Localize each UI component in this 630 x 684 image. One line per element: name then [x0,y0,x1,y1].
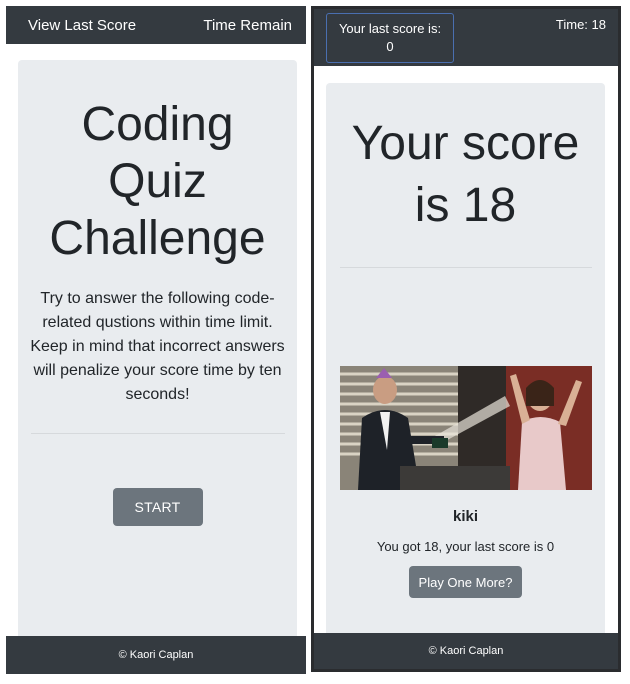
timer: Time: 18 [555,17,606,32]
copyright-text: © Kaori Caplan [118,649,194,661]
divider [30,433,285,434]
last-score-label: Your last score is: [338,21,442,36]
start-button[interactable]: START [112,488,203,526]
view-last-score-link[interactable]: View Last Score [28,17,136,34]
celebration-image [339,366,592,490]
result-summary: You got 18, your last score is 0 [376,539,555,554]
last-score-value: 0 [386,39,394,54]
celebration-gif [339,366,592,490]
top-navbar: View Last Score Time Remain [6,6,306,44]
result-card: Your score is 18 kiki You got 18, your l… [326,83,605,639]
top-navbar: Your last score is: 0 Time: 18 [314,9,618,66]
start-screen: View Last Score Time Remain Coding Quiz … [6,6,306,674]
result-screen: Your last score is: 0 Time: 18 Your scor… [311,6,621,672]
footer: © Kaori Caplan [314,633,618,669]
copyright-text: © Kaori Caplan [428,645,504,657]
quiz-description: Try to answer the following code-related… [30,290,285,403]
divider [339,267,592,268]
play-again-button[interactable]: Play One More? [408,566,523,598]
score-heading: Your score is 18 [351,117,580,232]
last-score-button[interactable]: Your last score is: 0 [326,13,454,63]
player-name: kiki [452,508,479,525]
footer: © Kaori Caplan [6,636,306,674]
intro-card: Coding Quiz Challenge Try to answer the … [18,60,297,648]
quiz-title: Coding Quiz Challenge [49,98,266,265]
time-remain-label: Time Remain [203,16,292,34]
